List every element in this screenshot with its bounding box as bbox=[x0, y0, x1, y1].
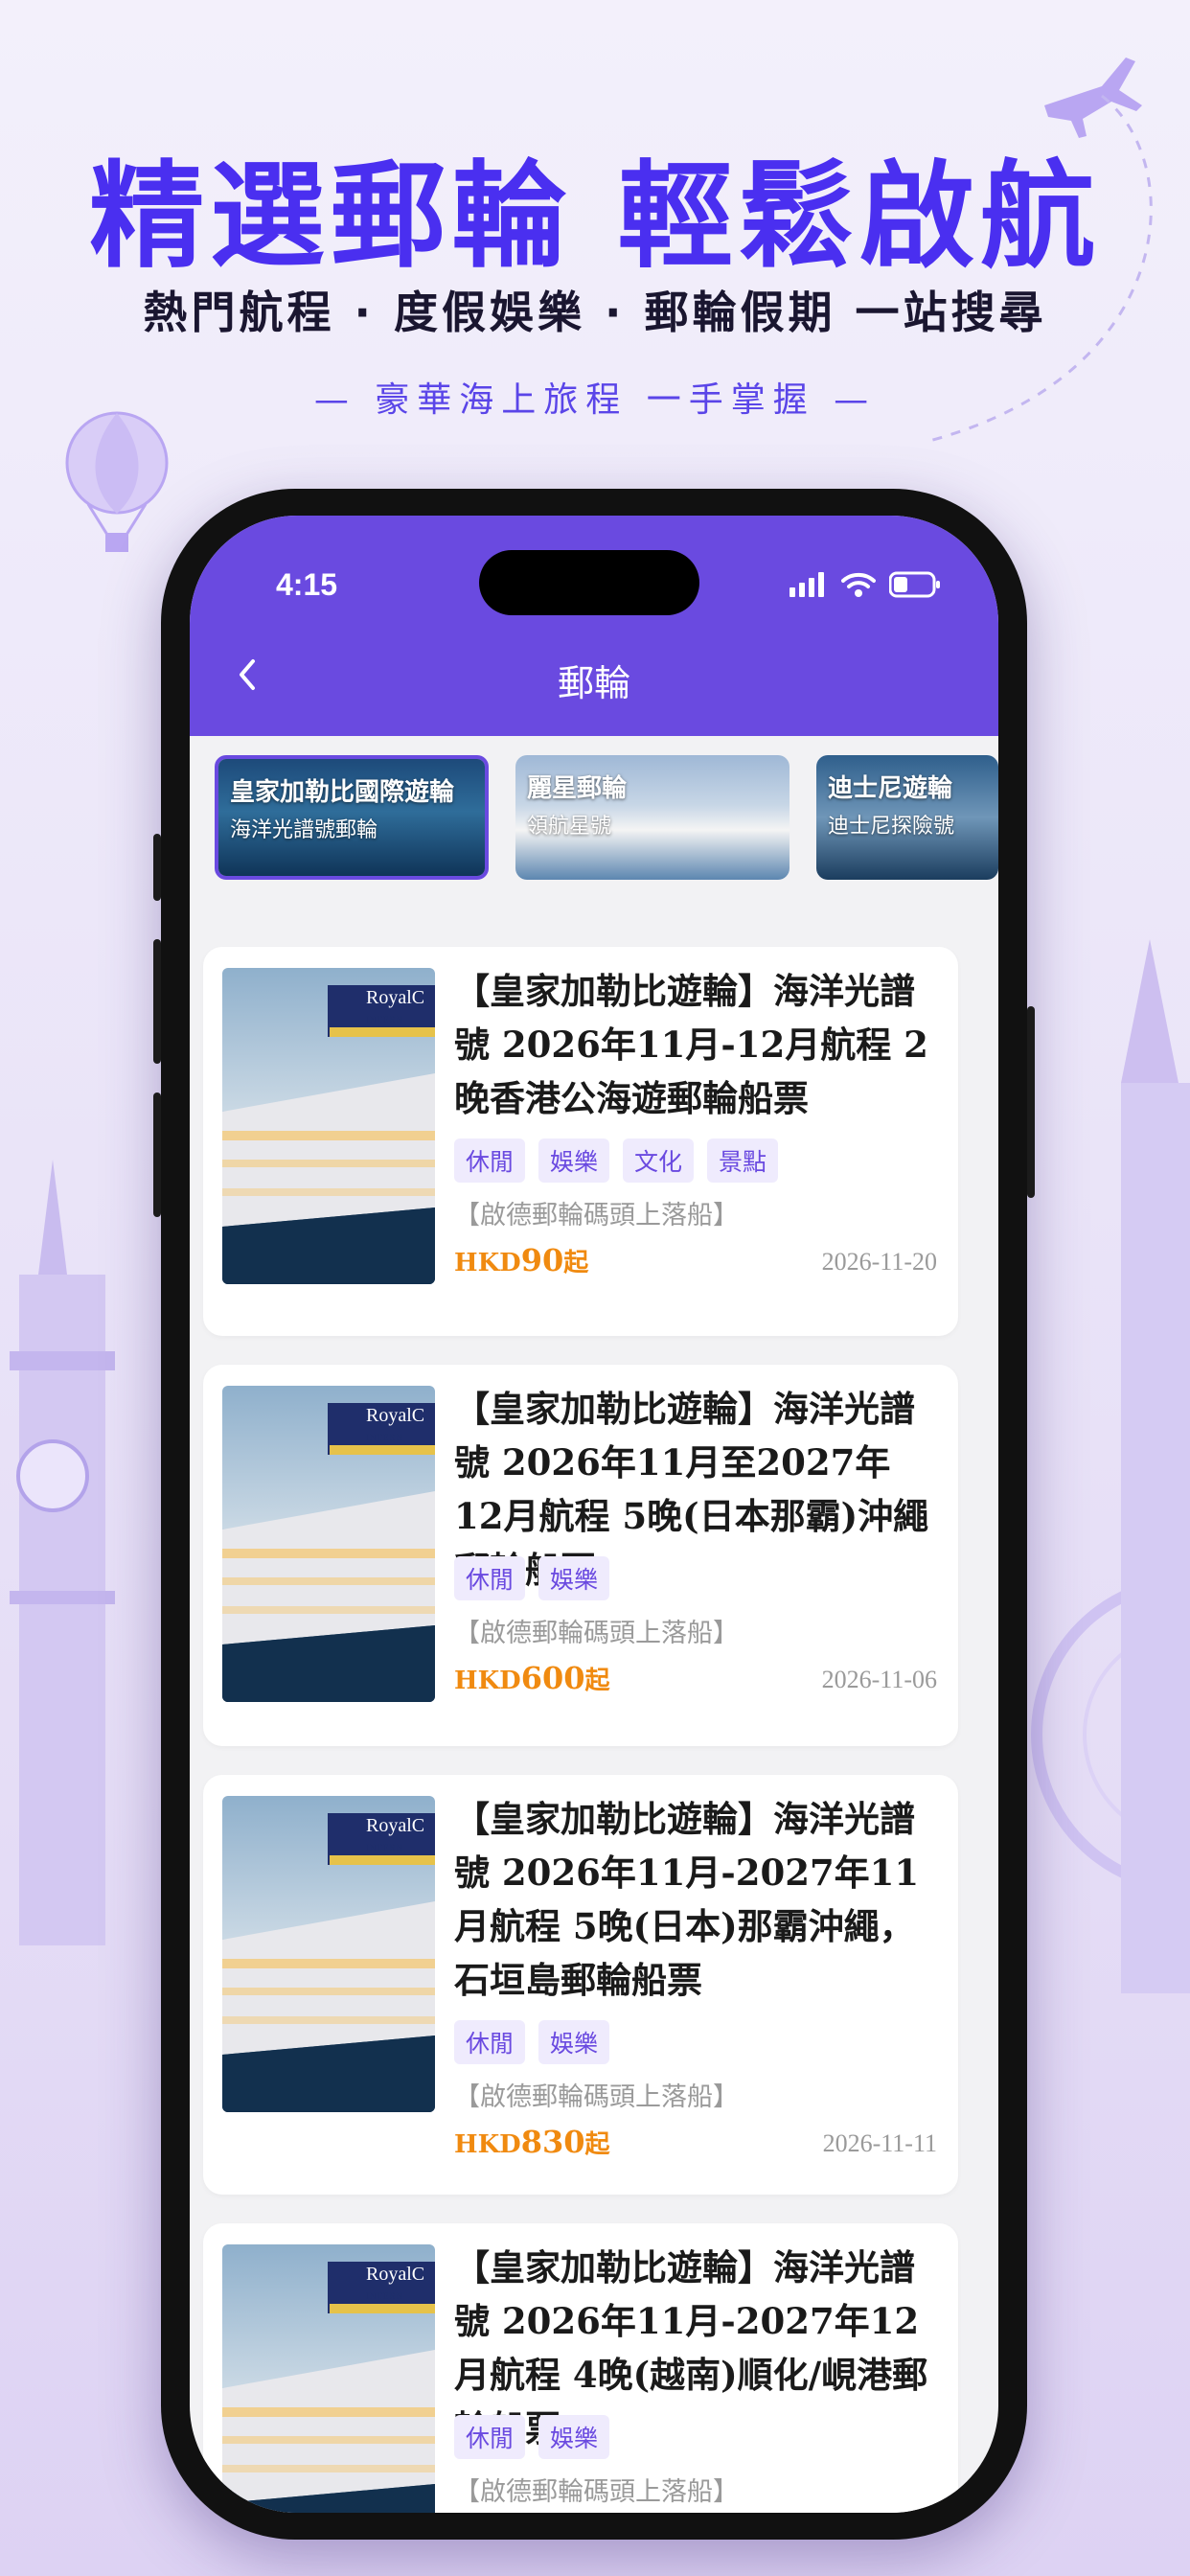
cruise-listing-card[interactable]: RoyalC INTERN 【皇家加勒比遊輪】海洋光譜號 2026年11月至20… bbox=[203, 1365, 958, 1746]
cruise-listing-title: 【皇家加勒比遊輪】海洋光譜號 2026年11月-2027年11月航程 5晚(日本… bbox=[454, 1798, 920, 2001]
promo-subheadline: 熱門航程 · 度假娛樂 · 郵輪假期 一站搜尋 bbox=[143, 287, 1047, 338]
dynamic-island bbox=[479, 550, 699, 615]
page-title: 郵輪 bbox=[557, 662, 630, 704]
status-time: 4:15 bbox=[276, 567, 338, 602]
promo-tagline: — 豪華海上旅程 一手掌握 — bbox=[313, 380, 877, 420]
cruise-listing-tag: 娛樂 bbox=[538, 2415, 610, 2459]
clock-tower-illustration bbox=[10, 1160, 115, 1945]
cruise-listing-tags: 休閒 娛樂 bbox=[454, 2020, 610, 2064]
cruise-brand-logo: RoyalC INTERN bbox=[366, 2264, 424, 2301]
price-suffix: 起 bbox=[584, 1667, 610, 1695]
brand-logo-text: RoyalC bbox=[366, 987, 425, 1008]
price-amount: 600 bbox=[520, 1660, 585, 1696]
price-amount: 830 bbox=[520, 2124, 585, 2160]
cruise-listing-tags: 休閒 娛樂 bbox=[454, 2415, 610, 2459]
cruise-listing-pier: 【啟德郵輪碼頭上落船】 bbox=[454, 1201, 739, 1230]
brand-logo-subtext: INTERN bbox=[366, 1433, 403, 1442]
cruise-listing-date: 2026-11-11 bbox=[822, 2129, 937, 2157]
tower-illustration bbox=[1121, 939, 1190, 1993]
hot-air-balloon-icon bbox=[65, 411, 169, 552]
cruise-listing-card[interactable]: RoyalC INTERN 【皇家加勒比遊輪】海洋光譜號 2026年11月-20… bbox=[203, 2223, 958, 2513]
cruise-listing-tag: 景點 bbox=[707, 1138, 779, 1183]
cruise-listing-tag: 休閒 bbox=[454, 1138, 526, 1183]
cruise-line-tab-subtitle: 領航星號 bbox=[527, 815, 612, 839]
cruise-listing-card[interactable]: RoyalC INTERN 【皇家加勒比遊輪】海洋光譜號 2026年11月-12… bbox=[203, 947, 958, 1336]
cruise-listing-thumbnail: RoyalC INTERN bbox=[222, 1386, 435, 1702]
cruise-listing-tag: 休閒 bbox=[454, 2020, 526, 2064]
cruise-line-tab-subtitle: 迪士尼探險號 bbox=[828, 815, 955, 839]
brand-logo-text: RoyalC bbox=[366, 2264, 425, 2285]
cruise-brand-logo: RoyalC INTERN bbox=[366, 1815, 424, 1852]
price-currency: HKD bbox=[454, 1249, 521, 1277]
brand-logo-text: RoyalC bbox=[366, 1815, 425, 1836]
price-currency: HKD bbox=[454, 2130, 521, 2159]
price-amount: 90 bbox=[520, 1242, 564, 1278]
cruise-listing-tags: 休閒 娛樂 文化 景點 bbox=[454, 1138, 779, 1183]
cruise-listing-tag: 娛樂 bbox=[538, 2020, 610, 2064]
price-suffix: 起 bbox=[584, 2130, 610, 2159]
battery-icon bbox=[889, 571, 940, 598]
cruise-line-tab-resorts-world[interactable]: 麗星郵輪 領航星號 bbox=[515, 755, 790, 880]
app-header: 4:15 郵輪 bbox=[190, 516, 998, 736]
brand-logo-subtext: INTERN bbox=[366, 1015, 403, 1024]
cruise-listing-date: 2026-11-20 bbox=[821, 1248, 937, 1276]
cruise-listing-price: HKD600起 bbox=[454, 1660, 610, 1696]
cruise-line-tab-title: 迪士尼遊輪 bbox=[828, 774, 953, 803]
price-suffix: 起 bbox=[563, 1249, 589, 1277]
cruise-line-tab-royal-caribbean[interactable]: 皇家加勒比國際遊輪 海洋光譜號郵輪 bbox=[215, 755, 489, 880]
cruise-listing-tag: 娛樂 bbox=[538, 1556, 610, 1600]
cruise-listing-pier: 【啟德郵輪碼頭上落船】 bbox=[454, 2082, 739, 2112]
phone-side-button bbox=[153, 834, 161, 901]
brand-logo-text: RoyalC bbox=[366, 1405, 425, 1426]
cruise-line-tab-subtitle: 海洋光譜號郵輪 bbox=[230, 818, 378, 842]
phone-volume-up-button bbox=[153, 939, 161, 1064]
cruise-listing-tag: 文化 bbox=[623, 1138, 695, 1183]
cruise-listing-tag: 娛樂 bbox=[538, 1138, 610, 1183]
cruise-listing-thumbnail: RoyalC INTERN bbox=[222, 1796, 435, 2112]
cruise-listing-thumbnail: RoyalC INTERN bbox=[222, 968, 435, 1284]
cruise-brand-logo: RoyalC INTERN bbox=[366, 1405, 424, 1442]
cellular-signal-icon bbox=[790, 572, 824, 597]
cruise-listing-pier: 【啟德郵輪碼頭上落船】 bbox=[454, 1619, 739, 1648]
wifi-icon bbox=[841, 572, 876, 597]
promo-headline: 精選郵輪 輕鬆啟航 bbox=[89, 150, 1101, 284]
cruise-listing-card[interactable]: RoyalC INTERN 【皇家加勒比遊輪】海洋光譜號 2026年11月-20… bbox=[203, 1775, 958, 2195]
app-screen: 4:15 郵輪 皇家加勒比國際遊輪 海洋光譜號郵輪 麗星郵輪 領航星號 迪士尼遊… bbox=[190, 516, 998, 2513]
cruise-listing-title: 【皇家加勒比遊輪】海洋光譜號 2026年11月-12月航程 2晚香港公海遊郵輪船… bbox=[454, 970, 928, 1119]
cruise-line-tab-title: 麗星郵輪 bbox=[527, 774, 628, 803]
cruise-listing-tag: 休閒 bbox=[454, 1556, 526, 1600]
cruise-listing-tags: 休閒 娛樂 bbox=[454, 1556, 610, 1600]
brand-logo-subtext: INTERN bbox=[366, 2291, 403, 2301]
price-currency: HKD bbox=[454, 1667, 521, 1695]
cruise-line-tab-disney[interactable]: 迪士尼遊輪 迪士尼探險號 bbox=[816, 755, 998, 880]
phone-volume-down-button bbox=[153, 1092, 161, 1217]
phone-power-button bbox=[1027, 1006, 1035, 1198]
cruise-listing-pier: 【啟德郵輪碼頭上落船】 bbox=[454, 2477, 739, 2507]
status-icons bbox=[790, 571, 941, 598]
cruise-listing-tag: 休閒 bbox=[454, 2415, 526, 2459]
phone-frame: 4:15 郵輪 皇家加勒比國際遊輪 海洋光譜號郵輪 麗星郵輪 領航星號 迪士尼遊… bbox=[153, 489, 1035, 2540]
cruise-line-tabs: 皇家加勒比國際遊輪 海洋光譜號郵輪 麗星郵輪 領航星號 迪士尼遊輪 迪士尼探險號 bbox=[215, 755, 998, 886]
cruise-listing-price: HKD830起 bbox=[454, 2124, 610, 2160]
cruise-listing-date: 2026-11-06 bbox=[821, 1666, 937, 1693]
cruise-line-tab-title: 皇家加勒比國際遊輪 bbox=[230, 778, 455, 807]
cruise-listing-price: HKD90起 bbox=[454, 1242, 588, 1278]
brand-logo-subtext: INTERN bbox=[366, 1843, 403, 1852]
cruise-brand-logo: RoyalC INTERN bbox=[366, 987, 424, 1024]
cruise-listing-thumbnail: RoyalC INTERN bbox=[222, 2244, 435, 2513]
